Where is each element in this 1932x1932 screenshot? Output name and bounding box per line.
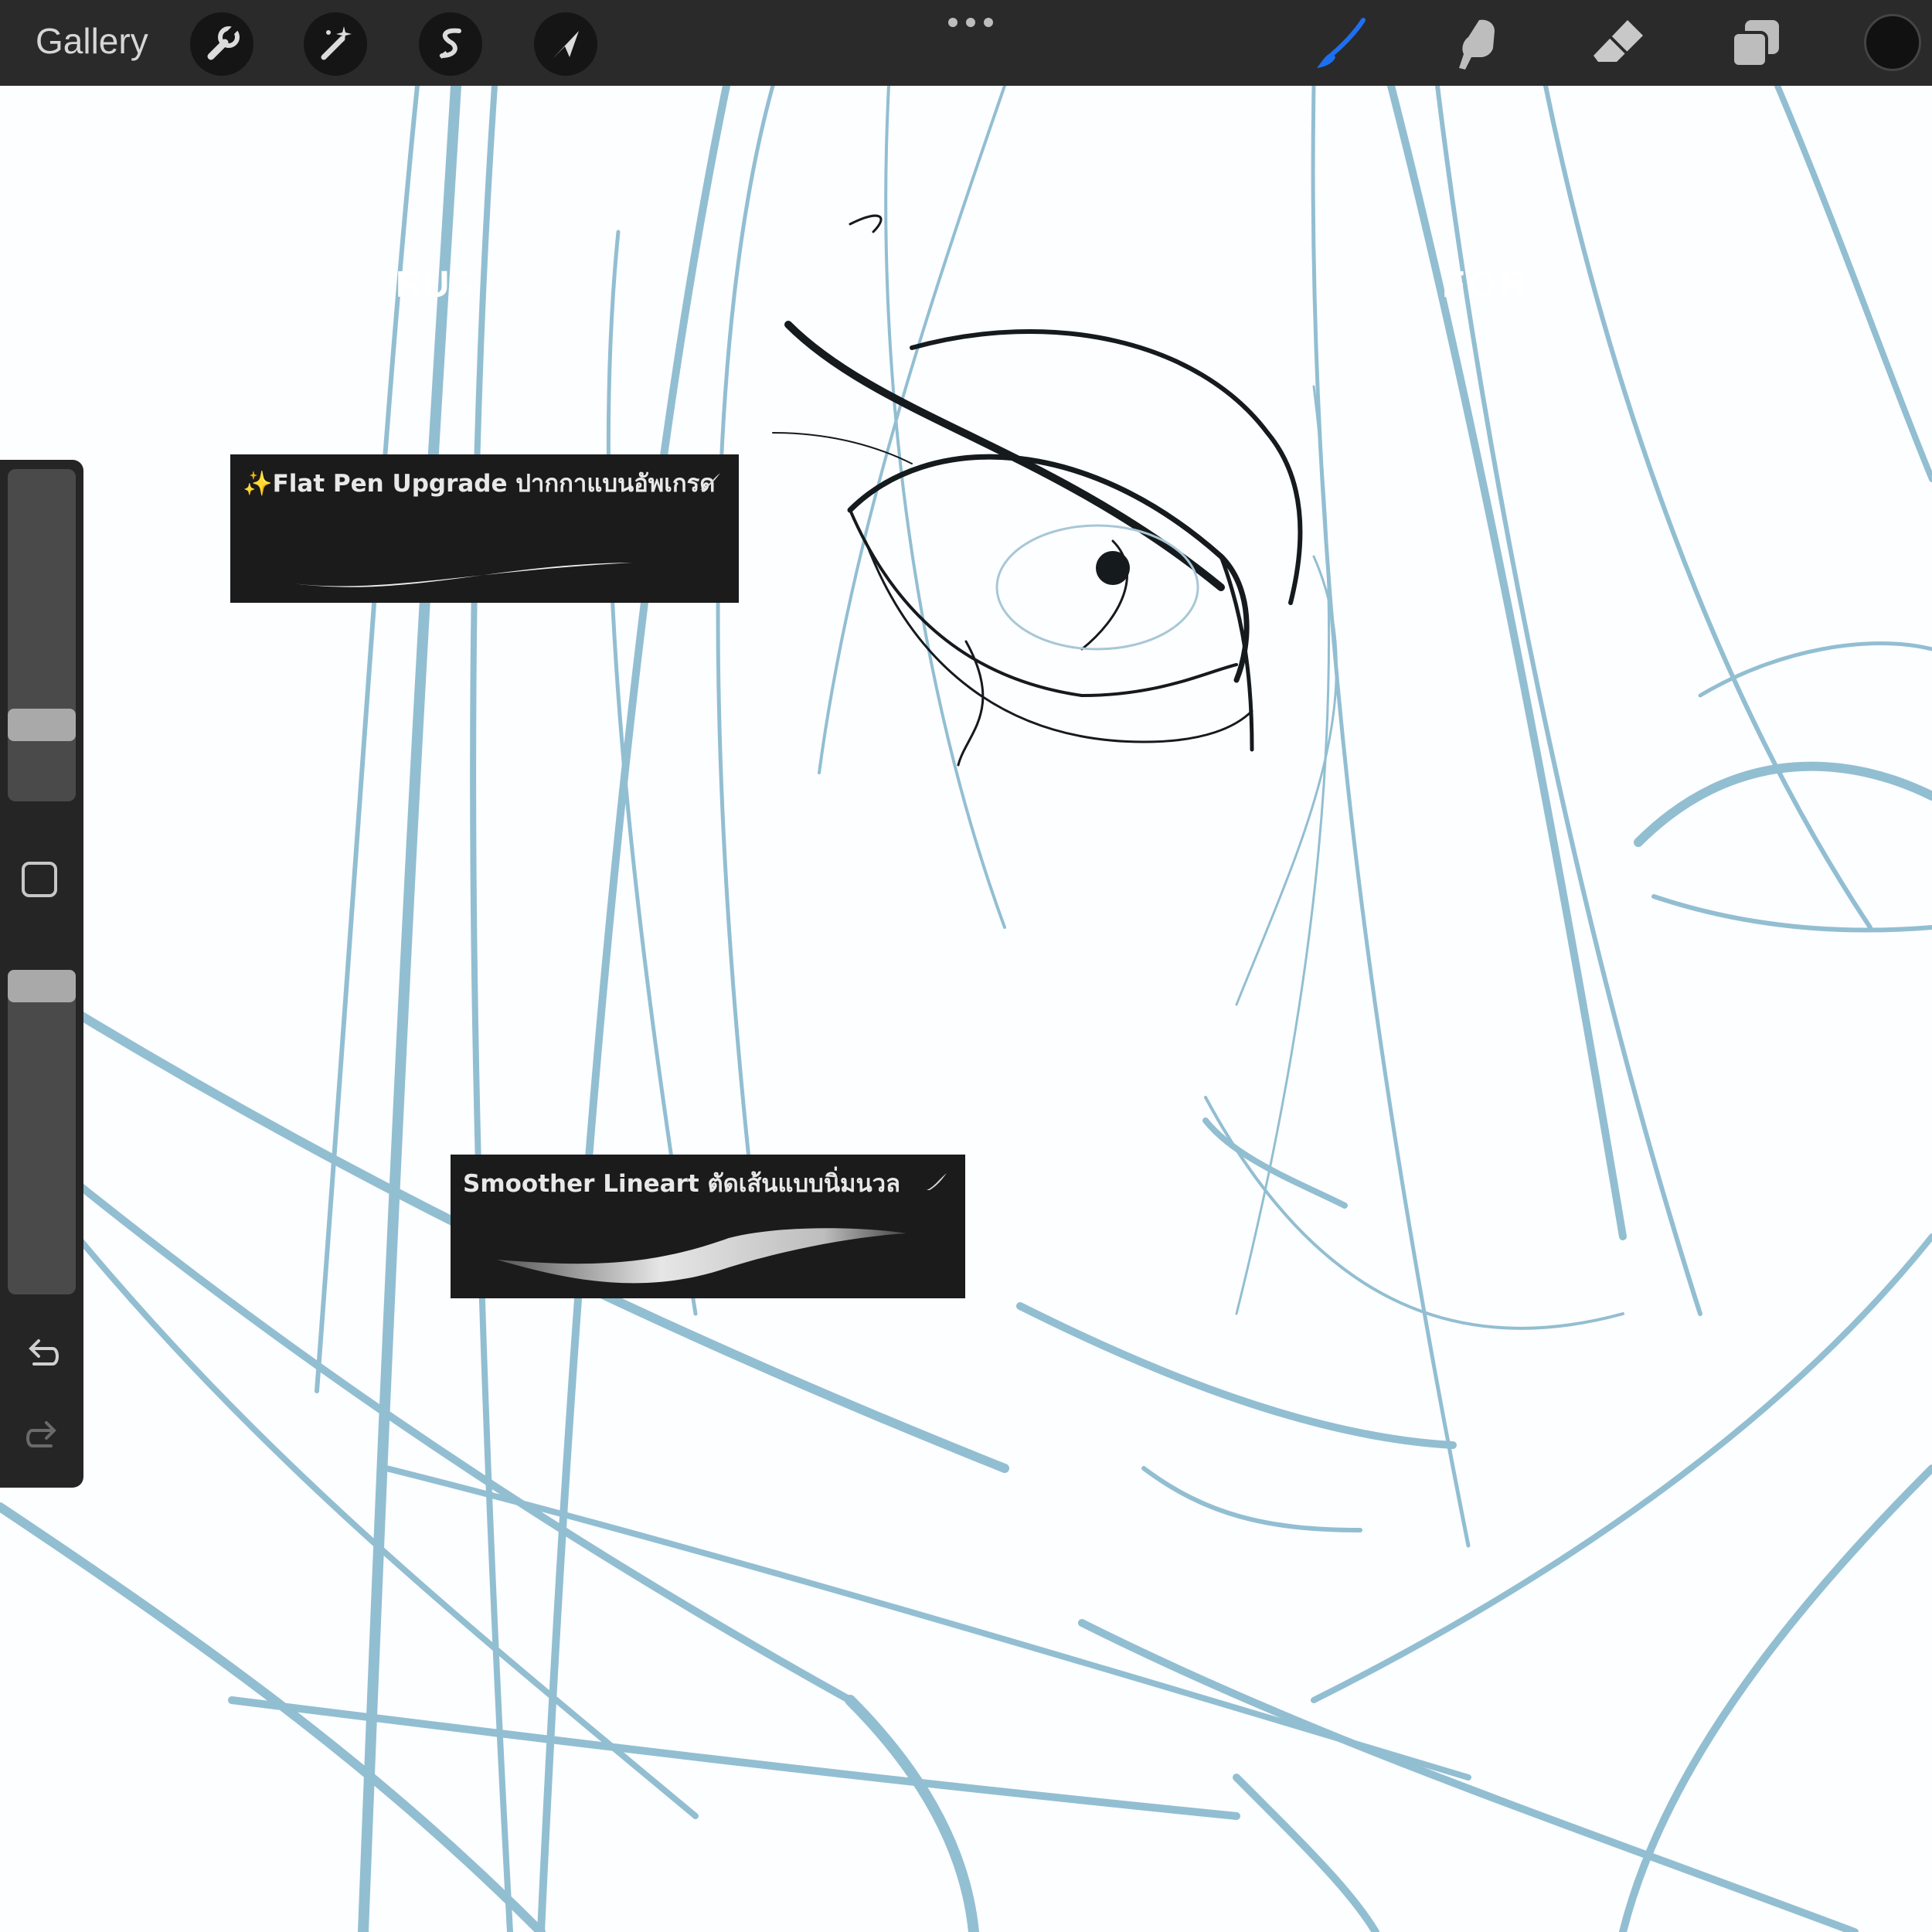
brush-stroke-preview bbox=[497, 1228, 906, 1284]
brush-icon bbox=[1317, 18, 1366, 68]
brush-opacity-thumb[interactable] bbox=[8, 970, 76, 1002]
brush-name: ✨Flat Pen Upgrade ปากกาแบนอัพเกรด bbox=[243, 470, 716, 498]
overlay-text-right: FOR bbox=[1442, 264, 1530, 305]
brush-stroke-icon bbox=[927, 1173, 947, 1190]
top-toolbar: Gallery bbox=[0, 0, 1932, 86]
drawing-canvas[interactable]: RUS FOR bbox=[0, 86, 1932, 1932]
gallery-button[interactable]: Gallery bbox=[36, 20, 148, 62]
layers-icon bbox=[1731, 20, 1779, 68]
brush-size-slider[interactable] bbox=[8, 469, 76, 801]
magic-wand-icon bbox=[321, 26, 352, 60]
redo-icon bbox=[26, 1421, 56, 1447]
smudge-icon bbox=[1459, 19, 1495, 70]
ellipsis-icon[interactable] bbox=[947, 17, 994, 28]
wrench-icon bbox=[207, 25, 240, 60]
actions-button[interactable] bbox=[190, 12, 253, 76]
brush-tool-button[interactable] bbox=[1309, 14, 1371, 76]
brush-card-flat-pen[interactable]: ✨Flat Pen Upgrade ปากกาแบนอัพเกรด bbox=[230, 454, 739, 603]
transform-arrow-icon bbox=[553, 31, 579, 59]
color-picker-button[interactable] bbox=[1864, 14, 1921, 71]
transform-button[interactable] bbox=[534, 12, 597, 76]
undo-button[interactable] bbox=[22, 1333, 63, 1375]
brush-name: Smoother Lineart ตัดเส้นแบบนิ่มนวล bbox=[463, 1170, 901, 1198]
brush-size-thumb[interactable] bbox=[8, 709, 76, 742]
eraser-tool-button[interactable] bbox=[1587, 14, 1649, 76]
selection-icon bbox=[439, 28, 461, 59]
eraser-icon bbox=[1594, 20, 1643, 62]
undo-icon bbox=[29, 1339, 59, 1366]
modify-button[interactable] bbox=[22, 862, 57, 897]
brush-opacity-slider[interactable] bbox=[8, 970, 76, 1294]
adjustments-button[interactable] bbox=[304, 12, 367, 76]
sidebar bbox=[0, 460, 83, 1488]
brush-card-smoother-lineart[interactable]: Smoother Lineart ตัดเส้นแบบนิ่มนวล bbox=[451, 1155, 965, 1298]
artwork-sketch bbox=[0, 86, 1932, 1932]
brush-stroke-preview bbox=[277, 563, 632, 587]
layers-button[interactable] bbox=[1725, 14, 1787, 76]
selection-button[interactable] bbox=[419, 12, 482, 76]
brush-stroke-icon bbox=[700, 473, 720, 490]
smudge-tool-button[interactable] bbox=[1448, 14, 1510, 76]
redo-button[interactable] bbox=[22, 1415, 63, 1457]
overlay-text-left: RUS bbox=[396, 264, 474, 305]
